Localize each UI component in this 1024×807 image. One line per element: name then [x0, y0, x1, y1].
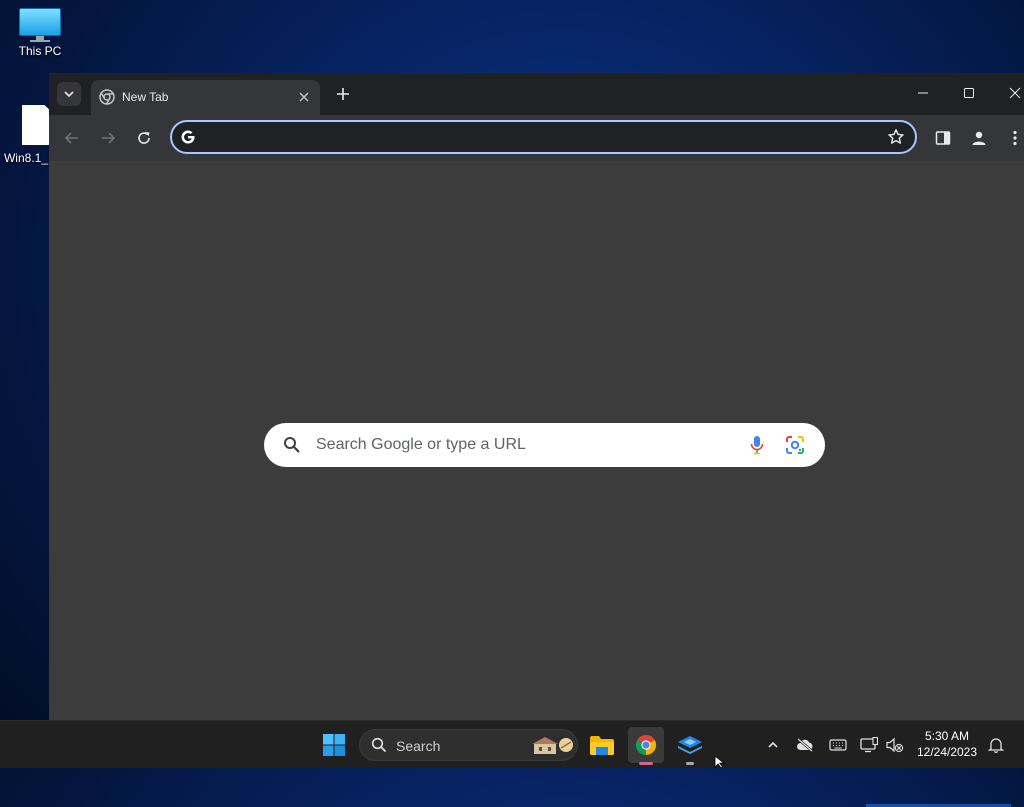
microphone-icon[interactable]: [749, 435, 765, 455]
monitor-icon: [19, 8, 61, 42]
cloud-off-icon: [797, 738, 813, 752]
chevron-up-icon: [768, 741, 778, 748]
search-icon: [371, 737, 387, 753]
tab-strip: New Tab: [49, 73, 1024, 115]
show-hidden-icons-button[interactable]: [762, 734, 784, 756]
network-icon: [860, 737, 878, 753]
chrome-taskbar-button[interactable]: [628, 727, 664, 765]
google-search-box[interactable]: Search Google or type a URL: [264, 423, 825, 467]
bookmark-star-icon[interactable]: [887, 128, 905, 146]
maximize-button[interactable]: [946, 73, 992, 113]
more-menu-button[interactable]: [1004, 127, 1024, 149]
system-clock[interactable]: 5:30 AM 12/24/2023: [912, 728, 982, 760]
browser-toolbar: [49, 115, 1024, 161]
tab-new-tab[interactable]: New Tab: [91, 80, 320, 115]
maximize-icon: [964, 88, 974, 98]
start-button[interactable]: [316, 727, 352, 763]
folder-icon: [590, 736, 614, 755]
browser-window: New Tab Search Google or type a URL: [49, 73, 1024, 807]
chrome-icon: [635, 734, 657, 756]
desktop-icon-this-pc[interactable]: This PC: [0, 8, 80, 58]
tab-close-icon[interactable]: [296, 89, 312, 105]
running-indicator: [686, 762, 694, 765]
search-highlight-icon: [532, 737, 573, 754]
minimize-button[interactable]: [900, 73, 946, 113]
minimize-icon: [918, 92, 928, 94]
keyboard-icon: [829, 739, 847, 751]
chrome-favicon-icon: [99, 89, 115, 105]
side-panel-icon: [935, 131, 951, 145]
notifications-button[interactable]: [985, 734, 1007, 756]
reload-icon: [138, 132, 150, 144]
google-g-icon: [181, 130, 195, 144]
clock-time: 5:30 AM: [924, 729, 970, 743]
back-button[interactable]: [58, 124, 86, 152]
new-tab-button[interactable]: [332, 83, 354, 105]
address-input[interactable]: [204, 126, 878, 150]
person-icon: [972, 131, 986, 145]
tab-title: New Tab: [122, 90, 169, 104]
touch-keyboard-button[interactable]: [827, 734, 849, 756]
taskbar: Search 5:30 AM 12/24/2023: [0, 720, 1024, 768]
clock-date: 12/24/2023: [916, 745, 978, 759]
network-tray-button[interactable]: [858, 734, 880, 756]
mouse-cursor-icon: [714, 756, 726, 768]
active-indicator: [639, 762, 653, 765]
taskbar-search-label: Search: [396, 738, 441, 754]
profile-button[interactable]: [968, 127, 990, 149]
forward-button[interactable]: [94, 124, 122, 152]
address-bar[interactable]: [170, 120, 917, 154]
new-tab-page: Search Google or type a URL: [49, 161, 1024, 807]
onedrive-tray-button[interactable]: [794, 734, 816, 756]
layered-box-icon: [678, 736, 702, 754]
arrow-right-icon: [102, 132, 116, 144]
search-placeholder: Search Google or type a URL: [316, 436, 526, 453]
tab-search-button[interactable]: [57, 82, 81, 106]
speaker-muted-icon: [886, 737, 904, 753]
kebab-menu-icon: [1013, 130, 1017, 146]
volume-tray-button[interactable]: [884, 734, 906, 756]
reload-button[interactable]: [130, 124, 158, 152]
side-panel-button[interactable]: [932, 127, 954, 149]
taskbar-search[interactable]: Search: [359, 729, 578, 761]
app-taskbar-button[interactable]: [672, 727, 708, 765]
plus-icon: [337, 88, 349, 100]
document-icon: [22, 105, 52, 145]
chevron-down-icon: [64, 91, 74, 98]
arrow-left-icon: [64, 132, 78, 144]
file-explorer-button[interactable]: [584, 727, 620, 763]
windows-logo-icon: [323, 734, 345, 756]
search-icon: [284, 437, 300, 453]
google-lens-icon[interactable]: [785, 435, 805, 455]
bell-icon: [988, 738, 1004, 753]
close-window-button[interactable]: [992, 73, 1024, 113]
desktop-icon-label: This PC: [18, 44, 62, 58]
close-icon: [1009, 87, 1021, 99]
